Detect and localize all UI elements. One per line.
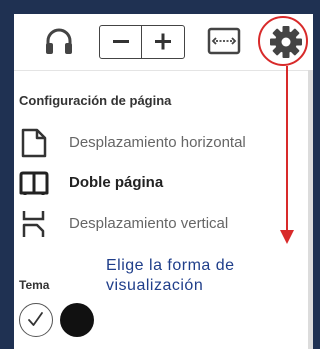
arrow-down-icon [280,230,294,244]
option-label: Desplazamiento vertical [69,215,229,232]
option-horizontal-scroll[interactable]: Desplazamiento horizontal [19,128,299,158]
checkmark-icon [28,312,43,326]
callout-text: Elige la forma de visualización [106,257,235,294]
vertical-scroll-icon [19,209,49,239]
theme-label: Tema [19,278,50,292]
zoom-control [99,25,185,59]
zoom-out-icon[interactable] [100,26,142,58]
callout-arrow-line [286,66,288,232]
option-double-page[interactable]: Doble página [19,168,299,198]
theme-dark-swatch[interactable] [60,303,94,337]
fit-width-icon[interactable] [207,26,241,56]
zoom-in-icon[interactable] [142,26,184,58]
highlight-circle [258,16,308,66]
theme-light-swatch[interactable] [19,303,53,337]
screen-frame: Configuración de página Desplazamiento h… [0,0,313,349]
panel-scrollbar[interactable] [308,70,313,349]
toolbar-divider [14,70,308,71]
section-title: Configuración de página [19,93,172,108]
page-icon [19,128,49,158]
option-label: Desplazamiento horizontal [69,134,246,151]
option-vertical-scroll[interactable]: Desplazamiento vertical [19,209,299,239]
headphones-icon[interactable] [43,26,75,58]
open-book-icon [19,168,49,198]
option-label: Doble página [69,174,164,191]
